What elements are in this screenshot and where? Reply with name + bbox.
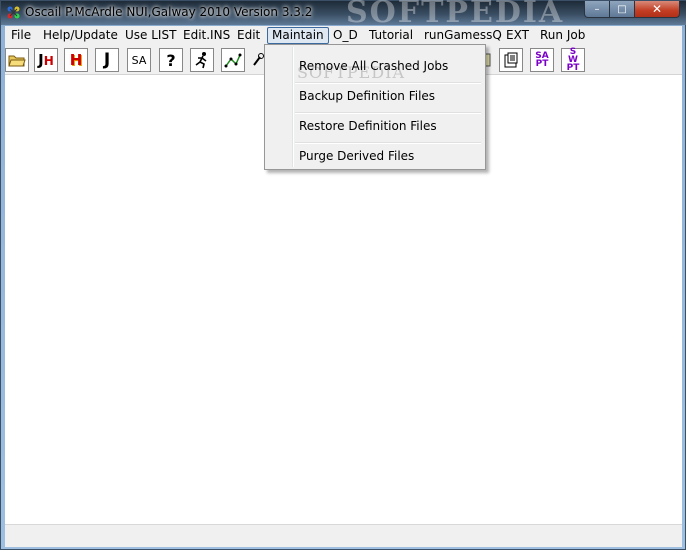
menu-rungamessq[interactable]: runGamessQ — [420, 27, 506, 44]
menu-item-purge-derived-files[interactable]: Purge Derived Files — [299, 149, 414, 163]
swpt-button[interactable]: SW PT — [561, 47, 585, 73]
menu-item-remove-crashed-jobs[interactable]: Remove All Crashed Jobs — [299, 59, 448, 73]
jh-icon: JHJH — [38, 51, 54, 69]
menu-edit[interactable]: Edit — [233, 27, 264, 44]
menu-run-job[interactable]: Run Job — [536, 27, 589, 44]
menu-edit-ins[interactable]: Edit.INS — [179, 27, 234, 44]
menu-ext[interactable]: EXT — [502, 27, 533, 44]
menu-bar: File Help/Update Use LIST Edit.INS Edit … — [5, 26, 682, 45]
menu-item-restore-definition-files[interactable]: Restore Definition Files — [299, 119, 437, 133]
menu-icon-gutter — [292, 47, 294, 167]
window-title: Oscail P.McArdle NUI,Galway 2010 Version… — [25, 5, 313, 19]
jh-button[interactable]: JHJH — [34, 48, 58, 72]
tool-button[interactable] — [252, 48, 264, 72]
sa-icon: SA — [131, 53, 147, 67]
h-icon: H — [69, 51, 83, 69]
menu-use-list[interactable]: Use LIST — [121, 27, 180, 44]
menu-help-update[interactable]: Help/Update — [39, 27, 122, 44]
runner-icon — [195, 52, 207, 69]
menu-separator — [295, 82, 481, 84]
menu-tutorial[interactable]: Tutorial — [365, 27, 417, 44]
close-icon: ✕ — [651, 2, 663, 16]
runner-button[interactable] — [190, 48, 214, 72]
swpt-icon: SW PT — [566, 47, 580, 73]
j-icon: J — [103, 50, 111, 70]
sapt-button[interactable]: SA PT — [530, 48, 554, 72]
help-icon: ? — [166, 50, 176, 70]
help-button[interactable]: ? — [159, 48, 183, 72]
h-button[interactable]: H — [64, 48, 88, 72]
molecule-button[interactable] — [221, 48, 245, 72]
sapt-icon: SA PT — [535, 51, 549, 69]
menu-separator — [295, 112, 481, 114]
j-button[interactable]: J — [95, 48, 119, 72]
title-bar[interactable]: Oscail P.McArdle NUI,Galway 2010 Version… — [1, 0, 686, 30]
open-folder-icon — [8, 55, 26, 67]
tool-icon — [253, 53, 264, 66]
menu-file[interactable]: File — [7, 27, 35, 44]
menu-o-d[interactable]: O_D — [329, 27, 362, 44]
properties-button[interactable] — [499, 48, 523, 72]
maintain-dropdown-menu: SOFTPEDIA Remove All Crashed Jobs Backup… — [264, 44, 486, 170]
properties-icon — [504, 52, 518, 68]
open-folder-button[interactable] — [5, 48, 29, 72]
minimize-button[interactable]: – — [584, 1, 610, 18]
molecule-icon — [224, 53, 242, 68]
menu-maintain[interactable]: Maintain — [267, 27, 329, 44]
status-bar — [5, 524, 682, 547]
menu-item-backup-definition-files[interactable]: Backup Definition Files — [299, 89, 435, 103]
minimize-icon: – — [594, 3, 600, 15]
maximize-button[interactable]: □ — [609, 1, 635, 18]
close-button[interactable]: ✕ — [634, 1, 680, 18]
sa-button[interactable]: SA — [127, 48, 151, 72]
app-icon — [7, 6, 20, 19]
menu-separator — [295, 142, 481, 144]
maximize-icon: □ — [617, 3, 627, 15]
